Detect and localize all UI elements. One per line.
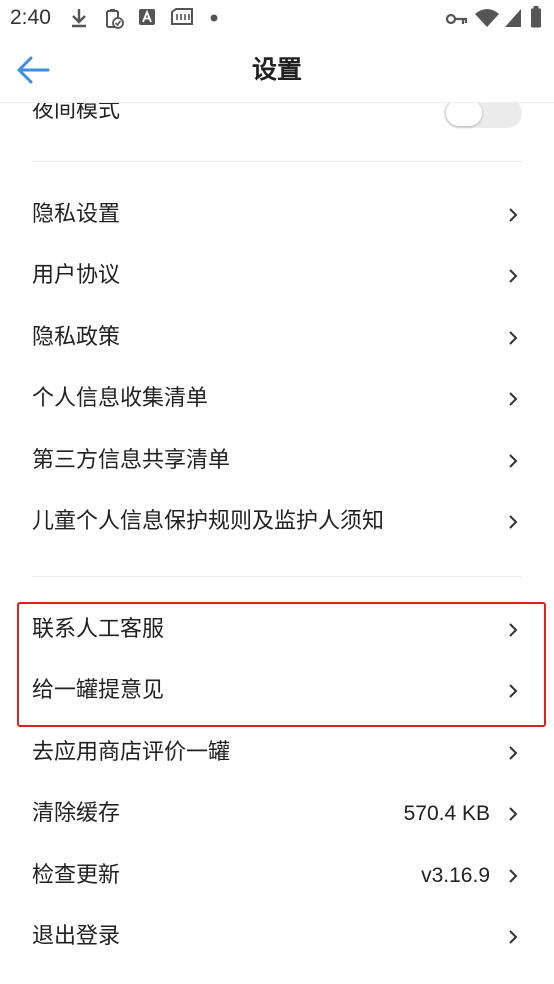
app-header: 设置	[0, 38, 554, 103]
accessibility-a-icon	[139, 9, 155, 25]
settings-row-label: 个人信息收集清单	[32, 386, 209, 411]
settings-row-privacy-settings[interactable]: 隐私设置	[0, 185, 554, 245]
settings-row-user-agreement[interactable]: 用户协议	[0, 246, 554, 306]
night-mode-toggle[interactable]	[444, 103, 522, 128]
toggle-knob	[446, 103, 482, 126]
settings-row-feedback[interactable]: 给一罐提意见	[0, 661, 554, 721]
back-arrow-icon	[17, 56, 50, 84]
chevron-right-icon	[509, 684, 518, 698]
battery-icon	[531, 6, 541, 28]
settings-row-rate-app[interactable]: 去应用商店评价一罐	[0, 723, 554, 783]
chevron-right-icon	[509, 746, 518, 760]
section-divider	[32, 161, 522, 162]
chevron-right-icon	[509, 454, 518, 468]
settings-row-label: 第三方信息共享清单	[32, 448, 231, 473]
download-icon	[72, 9, 86, 28]
page-title: 设置	[251, 55, 302, 84]
battery-saver-icon	[106, 9, 124, 29]
settings-row-clear-cache[interactable]: 清除缓存 570.4 KB	[0, 784, 554, 844]
vpn-key-icon	[446, 13, 468, 25]
settings-row-third-party-sharing[interactable]: 第三方信息共享清单	[0, 431, 554, 491]
cellular-signal-icon	[505, 9, 521, 27]
settings-row-check-update[interactable]: 检查更新 v3.16.9	[0, 846, 554, 906]
status-time: 2:40	[10, 6, 51, 29]
chevron-right-icon	[509, 869, 518, 883]
settings-row-label: 去应用商店评价一罐	[32, 740, 231, 765]
settings-row-logout[interactable]: 退出登录	[0, 907, 554, 967]
settings-row-label: 隐私政策	[32, 325, 121, 350]
status-bar: 2:40	[0, 0, 554, 38]
chevron-right-icon	[509, 392, 518, 406]
chevron-right-icon	[509, 269, 518, 283]
settings-row-label: 清除缓存	[32, 801, 121, 826]
settings-row-label: 隐私设置	[32, 202, 121, 227]
chevron-right-icon	[509, 807, 518, 821]
settings-row-label: 检查更新	[32, 863, 121, 888]
wifi-icon	[475, 9, 499, 27]
chevron-right-icon	[509, 331, 518, 345]
settings-row-label: 联系人工客服	[32, 617, 165, 642]
settings-row-label: 给一罐提意见	[32, 678, 165, 703]
version-value: v3.16.9	[421, 864, 490, 887]
chevron-right-icon	[509, 515, 518, 529]
settings-row-privacy-policy[interactable]: 隐私政策	[0, 308, 554, 368]
section-divider	[32, 576, 522, 577]
settings-row-label: 儿童个人信息保护规则及监护人须知	[32, 509, 385, 534]
settings-row-label: 夜间模式	[32, 103, 121, 123]
chevron-right-icon	[509, 930, 518, 944]
settings-row-night-mode: 夜间模式	[0, 103, 554, 141]
back-button[interactable]	[14, 52, 54, 88]
settings-row-child-privacy[interactable]: 儿童个人信息保护规则及监护人须知	[0, 492, 554, 552]
settings-row-contact-support[interactable]: 联系人工客服	[0, 600, 554, 660]
sim-card-icon	[171, 8, 193, 25]
chevron-right-icon	[509, 208, 518, 222]
settings-row-label: 退出登录	[32, 924, 121, 949]
chevron-right-icon	[509, 623, 518, 637]
settings-row-personal-info-list[interactable]: 个人信息收集清单	[0, 369, 554, 429]
settings-list: 夜间模式 隐私设置 用户协议 隐私政策 个人信息收集清单 第三方信息共享清单 儿…	[0, 103, 554, 984]
cache-size-value: 570.4 KB	[403, 802, 490, 825]
settings-row-label: 用户协议	[32, 263, 121, 288]
notification-dot-icon	[210, 14, 218, 22]
